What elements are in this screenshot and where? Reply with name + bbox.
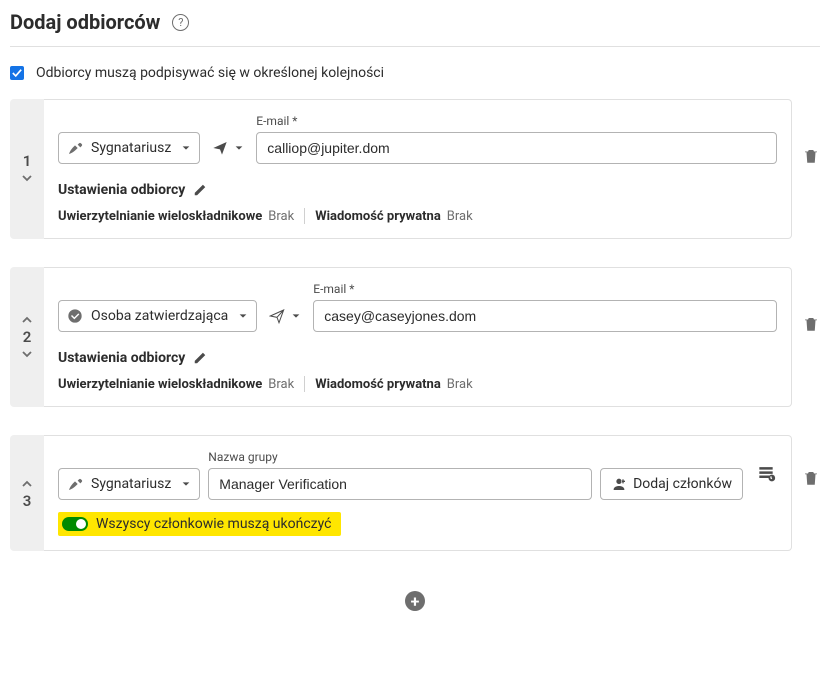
recipient-settings-label: Ustawienia odbiorcy [58, 350, 185, 366]
help-icon[interactable]: ? [172, 14, 189, 31]
add-members-button[interactable]: Dodaj członków [600, 468, 743, 500]
order-checkbox-label: Odbiorcy muszą podpisywać się w określon… [36, 65, 384, 81]
recipient-settings-label: Ustawienia odbiorcy [58, 182, 185, 198]
signer-icon [67, 476, 83, 492]
chevron-up-icon[interactable] [21, 314, 33, 326]
chevron-down-icon [291, 311, 301, 321]
email-input[interactable] [313, 300, 777, 332]
email-label: E-mail [256, 114, 777, 128]
chevron-down-icon [238, 311, 248, 321]
approver-icon [67, 308, 83, 324]
email-input[interactable] [256, 132, 777, 164]
trash-icon[interactable] [802, 147, 820, 165]
trash-icon[interactable] [802, 469, 820, 487]
role-dropdown[interactable]: Sygnatariusz [58, 468, 200, 500]
delivery-dropdown[interactable] [265, 300, 305, 332]
drag-handle-3[interactable]: 3 [10, 435, 44, 551]
trash-icon[interactable] [802, 315, 820, 333]
chevron-down-icon [181, 143, 191, 153]
recipient-index: 1 [23, 152, 32, 170]
mfa-item: Uwierzytelnianie wieloskładnikowe Brak [58, 209, 294, 224]
role-label: Sygnatariusz [91, 140, 171, 156]
chevron-down-icon [234, 143, 244, 153]
page-title: Dodaj odbiorców [10, 10, 160, 34]
delivery-dropdown[interactable] [208, 132, 248, 164]
signer-icon [67, 140, 83, 156]
group-settings-icon[interactable] [755, 462, 777, 484]
add-person-icon [611, 476, 627, 492]
role-dropdown[interactable]: Osoba zatwierdzająca [58, 300, 257, 332]
chevron-down-icon[interactable] [21, 348, 33, 360]
recipient-group-row: 3 Sygnatariusz Nazwa grupy Dodaj członkó… [10, 435, 820, 551]
recipient-row: 2 Osoba zatwierdzająca E-mail Ustawienia… [10, 267, 820, 407]
drag-handle-1[interactable]: 1 [10, 99, 44, 239]
add-recipient-button[interactable]: + [405, 591, 425, 611]
group-name-label: Nazwa grupy [208, 450, 592, 464]
paper-plane-icon [212, 140, 228, 156]
private-message-item: Wiadomość prywatna Brak [315, 377, 473, 392]
all-members-toggle[interactable] [62, 517, 88, 531]
paper-plane-icon [269, 308, 285, 324]
role-label: Sygnatariusz [91, 476, 171, 492]
mfa-item: Uwierzytelnianie wieloskładnikowe Brak [58, 377, 294, 392]
chevron-down-icon[interactable] [21, 172, 33, 184]
divider [304, 376, 305, 392]
drag-handle-2[interactable]: 2 [10, 267, 44, 407]
group-name-input[interactable] [208, 468, 592, 500]
chevron-up-icon[interactable] [21, 478, 33, 490]
all-members-toggle-label: Wszyscy członkowie muszą ukończyć [96, 516, 331, 532]
order-checkbox[interactable]: .checkbox svg path{stroke:#fff;stroke-wi… [10, 66, 24, 80]
chevron-down-icon [181, 479, 191, 489]
recipient-row: 1 Sygnatariusz E-mail Ustawienia odbiorc… [10, 99, 820, 239]
private-message-item: Wiadomość prywatna Brak [315, 209, 473, 224]
role-dropdown[interactable]: Sygnatariusz [58, 132, 200, 164]
recipient-index: 3 [23, 492, 32, 510]
edit-icon[interactable] [193, 183, 207, 197]
role-label: Osoba zatwierdzająca [91, 308, 228, 324]
add-members-label: Dodaj członków [633, 476, 732, 492]
email-label: E-mail [313, 282, 777, 296]
recipient-index: 2 [23, 328, 32, 346]
edit-icon[interactable] [193, 351, 207, 365]
divider [304, 208, 305, 224]
